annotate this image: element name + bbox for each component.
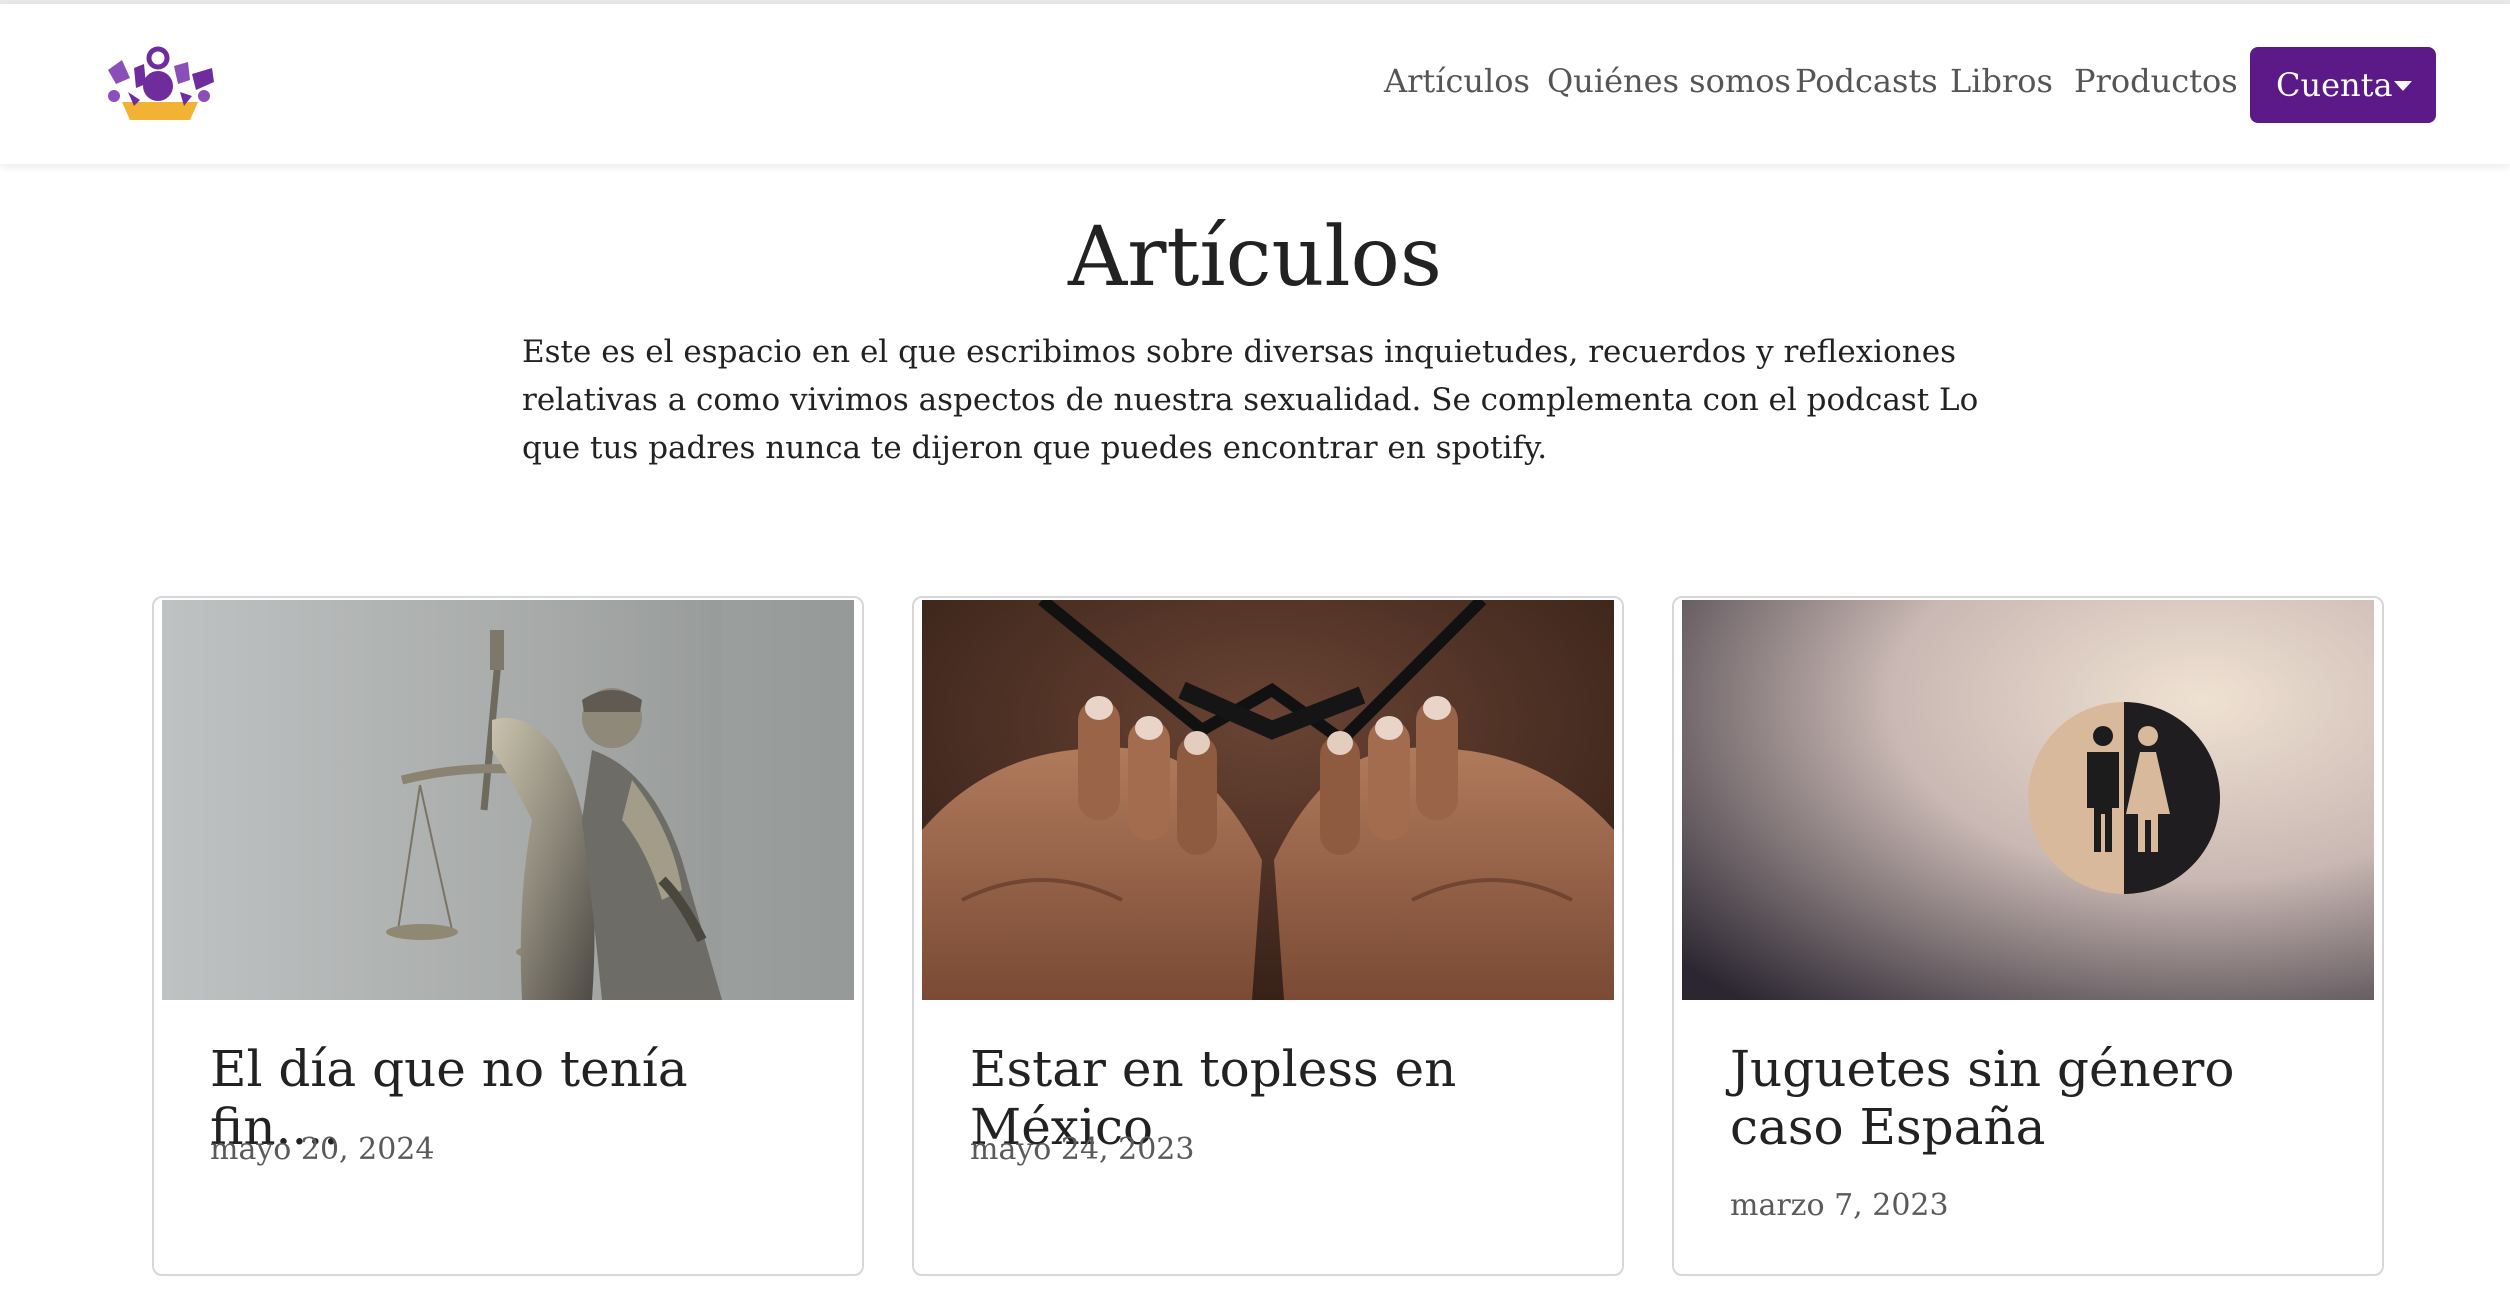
intro-text: Este es el espacio en el que escribimos … <box>522 334 1979 466</box>
card-title[interactable]: Juguetes sin género caso España <box>1730 1040 2350 1156</box>
lady-justice-statue-photo <box>162 600 854 1000</box>
card-date: mayo 24, 2023 <box>970 1132 1195 1167</box>
page-title: Artículos <box>1067 210 1442 305</box>
nav-link-productos[interactable]: Productos <box>2074 62 2238 100</box>
hands-holding-bra-photo <box>922 600 1614 1000</box>
article-card[interactable]: El día que no tenía fin.... mayo 20, 202… <box>152 596 864 1276</box>
account-button-label: Cuenta <box>2276 66 2393 104</box>
article-card[interactable]: Estar en topless en México mayo 24, 2023 <box>912 596 1624 1276</box>
nav-link-podcasts[interactable]: Podcasts <box>1795 62 1938 100</box>
card-date: mayo 20, 2024 <box>210 1132 435 1167</box>
navbar: Artículos Quiénes somos Podcasts Libros … <box>0 4 2510 164</box>
logo[interactable] <box>100 40 220 130</box>
article-card[interactable]: Juguetes sin género caso España marzo 7,… <box>1672 596 2384 1276</box>
nav-link-libros[interactable]: Libros <box>1950 62 2053 100</box>
nav-link-quienes-somos[interactable]: Quiénes somos <box>1547 62 1791 100</box>
card-date: marzo 7, 2023 <box>1730 1188 1949 1223</box>
restroom-sign-photo <box>1682 600 2374 1000</box>
account-dropdown-button[interactable]: Cuenta <box>2250 47 2436 123</box>
caret-down-icon <box>2394 81 2412 91</box>
nav-link-articulos[interactable]: Artículos <box>1384 62 1530 100</box>
